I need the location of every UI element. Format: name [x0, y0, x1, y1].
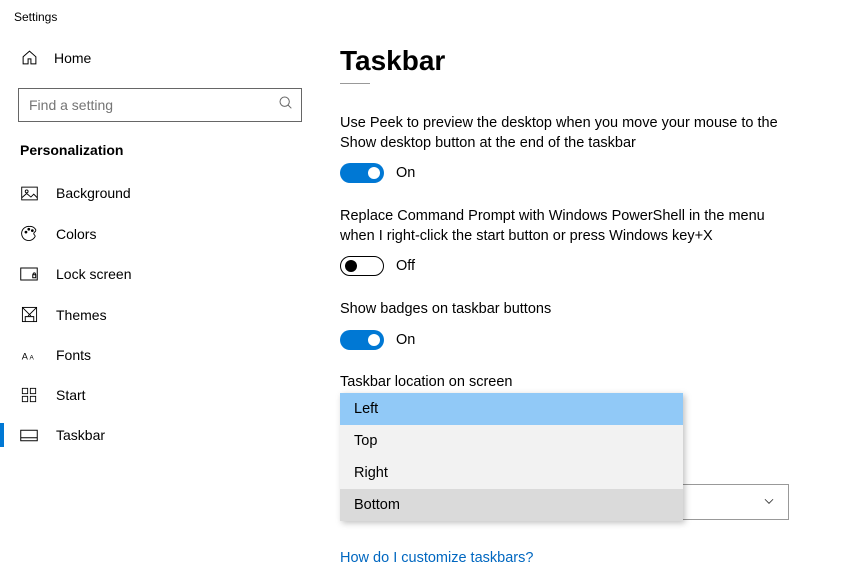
nav-home-label: Home [54, 50, 91, 66]
section-title: Personalization [0, 142, 320, 173]
sidebar-item-taskbar[interactable]: Taskbar [0, 415, 320, 455]
location-label: Taskbar location on screen [340, 374, 802, 390]
sidebar-item-themes[interactable]: Themes [0, 294, 320, 335]
main-content: Taskbar Use Peek to preview the desktop … [320, 0, 842, 573]
themes-icon [20, 306, 38, 323]
sidebar-item-start[interactable]: Start [0, 375, 320, 415]
sidebar-item-lockscreen[interactable]: Lock screen [0, 254, 320, 294]
sidebar-item-label: Start [56, 387, 86, 403]
start-icon [20, 387, 38, 403]
toggle-powershell[interactable] [340, 256, 384, 276]
toggle-badges-label: On [396, 332, 415, 348]
sidebar-item-label: Themes [56, 307, 107, 323]
search-input[interactable] [18, 88, 302, 122]
svg-text:A: A [29, 354, 34, 361]
search-icon [278, 95, 294, 114]
window-title: Settings [0, 0, 320, 34]
toggle-peek[interactable] [340, 163, 384, 183]
setting-desc-badges: Show badges on taskbar buttons [340, 300, 790, 320]
dropdown-option-bottom[interactable]: Bottom [340, 489, 683, 521]
toggle-badges[interactable] [340, 330, 384, 350]
setting-desc-powershell: Replace Command Prompt with Windows Powe… [340, 207, 790, 246]
fonts-icon: AA [20, 348, 38, 363]
sidebar-item-fonts[interactable]: AA Fonts [0, 335, 320, 375]
sidebar-item-label: Lock screen [56, 266, 131, 282]
taskbar-icon [20, 429, 38, 442]
toggle-powershell-label: Off [396, 258, 415, 274]
sidebar-item-background[interactable]: Background [0, 173, 320, 213]
palette-icon [20, 225, 38, 242]
toggle-peek-label: On [396, 165, 415, 181]
sidebar-item-colors[interactable]: Colors [0, 213, 320, 254]
svg-text:A: A [21, 351, 28, 361]
sidebar: Settings Home Personalization Background [0, 0, 320, 573]
search-field-wrap [18, 88, 302, 122]
sidebar-item-label: Taskbar [56, 427, 105, 443]
dropdown-option-top[interactable]: Top [340, 425, 683, 457]
chevron-down-icon [762, 494, 776, 511]
dropdown-option-right[interactable]: Right [340, 457, 683, 489]
sidebar-item-label: Fonts [56, 347, 91, 363]
home-icon [20, 49, 38, 66]
lockscreen-icon [20, 267, 38, 281]
location-dropdown: Left Top Right Bottom [340, 393, 683, 521]
picture-icon [20, 186, 38, 201]
setting-desc-peek: Use Peek to preview the desktop when you… [340, 114, 790, 153]
page-title: Taskbar [340, 45, 802, 77]
sidebar-item-label: Colors [56, 226, 96, 242]
dropdown-option-left[interactable]: Left [340, 393, 683, 425]
help-link[interactable]: How do I customize taskbars? [340, 550, 533, 566]
sidebar-item-label: Background [56, 185, 131, 201]
title-underline [340, 83, 370, 84]
nav-home[interactable]: Home [0, 34, 320, 88]
